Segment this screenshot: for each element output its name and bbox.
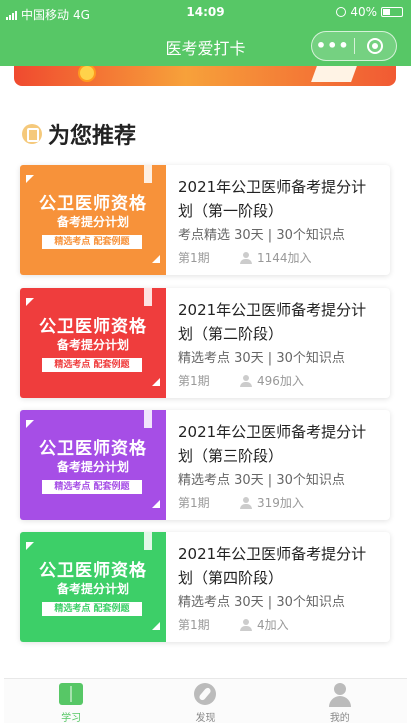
more-button[interactable]: ••• bbox=[312, 33, 354, 59]
coin-icon bbox=[78, 66, 96, 82]
section-title: 为您推荐 bbox=[48, 124, 137, 149]
course-title: 2021年公卫医师备考提分计划（第三阶段） bbox=[178, 423, 367, 465]
course-period: 第1期 bbox=[178, 618, 210, 632]
system-indicators: 40% bbox=[336, 5, 403, 19]
thumbnail-title: 公卫医师资格 bbox=[39, 561, 147, 581]
course-period: 第1期 bbox=[178, 496, 210, 510]
joined-count: 4加入 bbox=[257, 618, 289, 632]
corner-mark bbox=[26, 175, 34, 183]
thumbnail-subtitle: 备考提分计划 bbox=[56, 338, 129, 352]
thumbnail-title: 公卫医师资格 bbox=[39, 439, 147, 459]
course-title: 2021年公卫医师备考提分计划（第四阶段） bbox=[178, 545, 367, 587]
course-period: 第1期 bbox=[178, 251, 210, 265]
thumbnail-tag: 精选考点 配套例题 bbox=[42, 235, 142, 249]
course-card-3[interactable]: 公卫医师资格 备考提分计划 精选考点 配套例题 2021年公卫医师备考提分计划（… bbox=[20, 410, 390, 520]
corner-mark bbox=[26, 542, 34, 550]
tab-label: 学习 bbox=[61, 713, 82, 724]
course-card-4[interactable]: 公卫医师资格 备考提分计划 精选考点 配套例题 2021年公卫医师备考提分计划（… bbox=[20, 532, 390, 642]
tab-study[interactable]: 学习 bbox=[4, 679, 138, 724]
course-meta: 精选考点 30天 | 30个知识点 bbox=[178, 473, 345, 488]
user-icon bbox=[328, 683, 351, 707]
battery-icon bbox=[381, 7, 403, 17]
person-icon bbox=[240, 251, 252, 264]
section-header: 为您推荐 bbox=[22, 118, 136, 150]
course-card-2[interactable]: 公卫医师资格 备考提分计划 精选考点 配套例题 2021年公卫医师备考提分计划（… bbox=[20, 288, 390, 398]
ribbon-icon bbox=[144, 288, 152, 306]
person-icon bbox=[240, 618, 252, 631]
tab-discover[interactable]: 发现 bbox=[138, 679, 272, 724]
tab-label: 发现 bbox=[195, 713, 216, 724]
corner-mark bbox=[152, 622, 160, 630]
course-meta: 考点精选 30天 | 30个知识点 bbox=[178, 228, 345, 243]
course-footer: 第1期 4加入 bbox=[178, 616, 378, 633]
corner-mark bbox=[152, 255, 160, 263]
course-footer: 第1期 496加入 bbox=[178, 372, 378, 389]
course-thumbnail: 公卫医师资格 备考提分计划 精选考点 配套例题 bbox=[20, 288, 166, 398]
corner-mark bbox=[152, 378, 160, 386]
course-title: 2021年公卫医师备考提分计划（第一阶段） bbox=[178, 178, 367, 220]
battery-percent: 40% bbox=[350, 5, 377, 19]
status-bar: 中国移动 4G 14:09 40% bbox=[0, 0, 411, 26]
recommend-icon bbox=[22, 124, 42, 144]
close-button[interactable] bbox=[355, 38, 397, 54]
joined-count: 319加入 bbox=[257, 496, 304, 510]
rotation-lock-icon bbox=[336, 7, 347, 17]
ribbon-icon bbox=[144, 532, 152, 550]
promo-banner[interactable] bbox=[14, 66, 396, 86]
thumbnail-tag: 精选考点 配套例题 bbox=[42, 602, 142, 616]
course-thumbnail: 公卫医师资格 备考提分计划 精选考点 配套例题 bbox=[20, 410, 166, 520]
corner-mark bbox=[26, 298, 34, 306]
ribbon-icon bbox=[144, 165, 152, 183]
target-icon bbox=[367, 38, 384, 54]
thumbnail-tag: 精选考点 配套例题 bbox=[42, 480, 142, 494]
course-footer: 第1期 319加入 bbox=[178, 494, 378, 511]
person-icon bbox=[240, 374, 252, 387]
bottom-tab-bar: 学习 发现 我的 bbox=[4, 678, 407, 724]
course-thumbnail: 公卫医师资格 备考提分计划 精选考点 配套例题 bbox=[20, 165, 166, 275]
course-footer: 第1期 1144加入 bbox=[178, 249, 378, 266]
course-meta: 精选考点 30天 | 30个知识点 bbox=[178, 595, 345, 610]
thumbnail-subtitle: 备考提分计划 bbox=[56, 460, 129, 474]
joined-count: 1144加入 bbox=[257, 251, 312, 265]
thumbnail-title: 公卫医师资格 bbox=[39, 317, 147, 337]
tab-mine[interactable]: 我的 bbox=[273, 679, 407, 724]
navigation-bar: 医考爱打卡 ••• bbox=[0, 26, 411, 66]
thumbnail-title: 公卫医师资格 bbox=[39, 194, 147, 214]
corner-mark bbox=[26, 420, 34, 428]
course-thumbnail: 公卫医师资格 备考提分计划 精选考点 配套例题 bbox=[20, 532, 166, 642]
person-icon bbox=[240, 496, 252, 509]
course-period: 第1期 bbox=[178, 374, 210, 388]
ribbon-icon bbox=[144, 410, 152, 428]
compass-icon bbox=[194, 683, 217, 705]
thumbnail-tag: 精选考点 配套例题 bbox=[42, 358, 142, 372]
joined-count: 496加入 bbox=[257, 374, 304, 388]
course-meta: 精选考点 30天 | 30个知识点 bbox=[178, 351, 345, 366]
miniprogram-capsule: ••• bbox=[311, 31, 397, 61]
thumbnail-subtitle: 备考提分计划 bbox=[56, 582, 129, 596]
thumbnail-subtitle: 备考提分计划 bbox=[56, 215, 129, 229]
course-card-1[interactable]: 公卫医师资格 备考提分计划 精选考点 配套例题 2021年公卫医师备考提分计划（… bbox=[20, 165, 390, 275]
paper-icon bbox=[311, 66, 357, 82]
corner-mark bbox=[152, 500, 160, 508]
course-title: 2021年公卫医师备考提分计划（第二阶段） bbox=[178, 301, 367, 343]
tab-label: 我的 bbox=[329, 713, 350, 724]
book-icon bbox=[59, 683, 84, 705]
